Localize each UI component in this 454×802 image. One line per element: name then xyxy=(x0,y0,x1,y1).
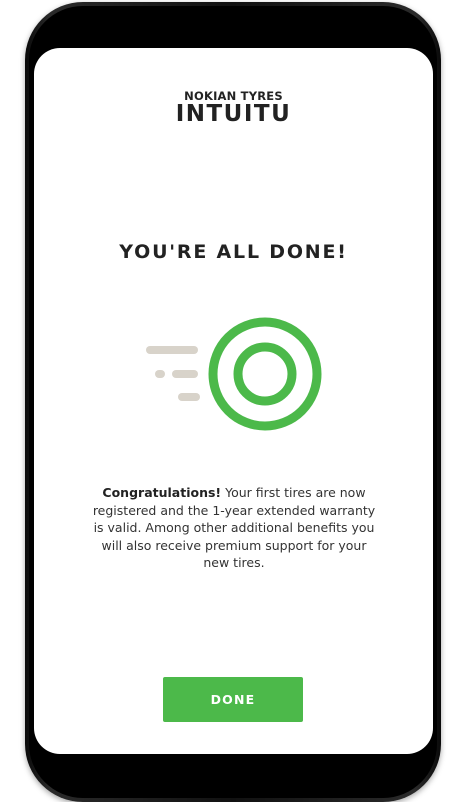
speed-line-long xyxy=(146,346,198,354)
brand-logo: NOKIAN TYRES INTUITU xyxy=(34,90,433,127)
target-check-icon xyxy=(142,312,332,438)
congratulations-message: Congratulations! Your first tires are no… xyxy=(92,484,376,572)
inner-ring xyxy=(233,342,297,406)
speed-line-mid xyxy=(172,370,198,378)
app-screen: NOKIAN TYRES INTUITU YOU'RE ALL DONE! Co… xyxy=(34,48,433,754)
page-title: YOU'RE ALL DONE! xyxy=(119,241,348,263)
message-bold: Congratulations! xyxy=(102,485,222,500)
speed-line-short xyxy=(178,393,200,401)
brand-main-line: INTUITU xyxy=(175,101,292,127)
done-button[interactable]: DONE xyxy=(163,677,303,722)
speed-lines xyxy=(146,346,200,401)
outer-ring xyxy=(208,317,322,431)
speed-line-dot xyxy=(155,370,165,378)
